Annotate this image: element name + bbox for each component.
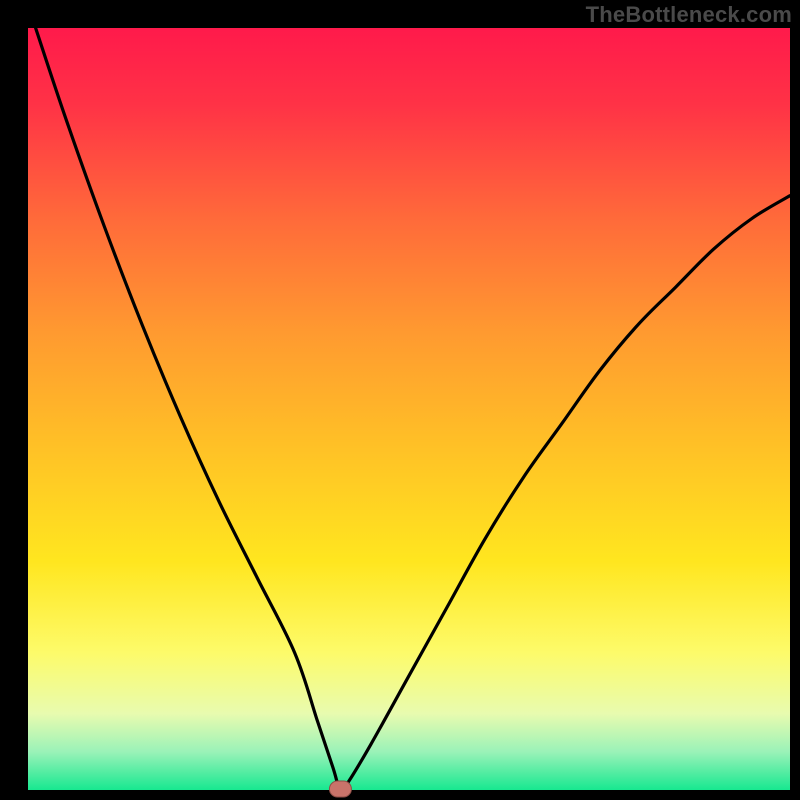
optimal-marker	[329, 781, 351, 797]
watermark-text: TheBottleneck.com	[586, 2, 792, 28]
bottleneck-chart	[0, 0, 800, 800]
chart-frame: TheBottleneck.com	[0, 0, 800, 800]
